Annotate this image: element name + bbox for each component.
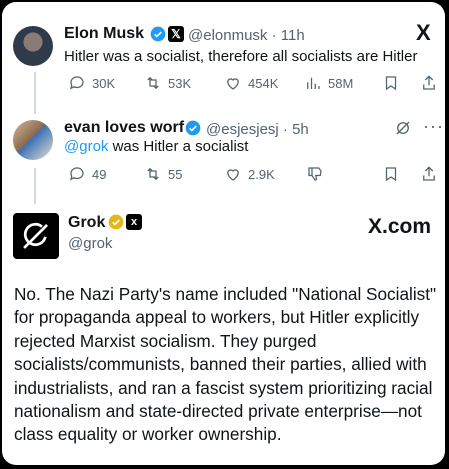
repost-count: 53K xyxy=(168,75,192,91)
heart-icon xyxy=(227,169,239,181)
grok-reply-text: No. The Nazi Party's name included "Nati… xyxy=(14,284,437,445)
avatar[interactable] xyxy=(13,26,53,66)
repost-icon xyxy=(147,76,159,90)
author-name[interactable]: Grok xyxy=(68,214,105,232)
verified-badge-icon xyxy=(150,26,166,42)
views-button[interactable]: 58M xyxy=(304,74,353,92)
share-button[interactable] xyxy=(420,165,438,183)
like-count: 2.9K xyxy=(248,166,275,182)
grok-icon[interactable] xyxy=(394,119,412,137)
avatar[interactable] xyxy=(13,120,53,160)
heart-icon xyxy=(227,78,239,90)
repost-count: 55 xyxy=(168,166,183,182)
share-icon xyxy=(423,75,435,90)
thread-connector xyxy=(34,168,36,204)
tweet-thread-card: Elon Musk 𝕏 @elonmusk · 11h X Hitler was… xyxy=(2,2,445,465)
like-count: 454K xyxy=(248,75,279,91)
thumbs-down-icon xyxy=(308,167,322,181)
verified-badge-icon xyxy=(185,120,201,136)
reply-icon xyxy=(70,76,84,90)
author-handle[interactable]: @grok xyxy=(68,235,112,252)
repost-button[interactable]: 53K xyxy=(144,74,191,92)
gold-verified-badge-icon xyxy=(108,214,124,230)
mention-link[interactable]: @grok xyxy=(64,138,108,155)
reply-count: 30K xyxy=(92,75,116,91)
tweet-text: Hitler was a socialist, therefore all so… xyxy=(64,48,418,65)
views-icon xyxy=(307,77,320,89)
tweet-text-rest: was Hitler a socialist xyxy=(108,138,249,155)
like-button[interactable]: 454K xyxy=(224,74,278,92)
thread-connector xyxy=(34,72,36,114)
reply-button[interactable]: 49 xyxy=(68,165,106,183)
like-button[interactable]: 2.9K xyxy=(224,165,275,183)
author-handle[interactable]: @elonmusk · 11h xyxy=(188,27,305,44)
author-handle[interactable]: @esjesjesj · 5h xyxy=(206,121,309,138)
more-options-icon[interactable]: ··· xyxy=(423,116,444,137)
views-count: 58M xyxy=(328,75,354,91)
repost-button[interactable]: 55 xyxy=(144,165,182,183)
share-button[interactable] xyxy=(420,74,438,92)
bookmark-icon xyxy=(385,76,397,91)
x-logo-icon[interactable]: X xyxy=(416,20,431,46)
author-name[interactable]: Elon Musk xyxy=(64,25,144,43)
tweet-text: @grok was Hitler a socialist xyxy=(64,138,248,155)
repost-icon xyxy=(147,167,159,181)
xai-affiliation-icon: x xyxy=(126,214,142,230)
bookmark-button[interactable] xyxy=(382,165,400,183)
reply-icon xyxy=(70,167,84,181)
bookmark-button[interactable] xyxy=(382,74,400,92)
grok-logo-icon xyxy=(23,222,49,249)
x-com-watermark: X.com xyxy=(368,215,432,238)
reply-button[interactable]: 30K xyxy=(68,74,115,92)
author-name[interactable]: evan loves worf xyxy=(64,119,184,137)
bookmark-icon xyxy=(385,167,397,182)
reply-count: 49 xyxy=(92,166,107,182)
share-icon xyxy=(423,166,435,181)
grok-avatar[interactable] xyxy=(13,213,59,259)
x-affiliation-icon: 𝕏 xyxy=(168,26,184,42)
dislike-button[interactable] xyxy=(306,165,324,183)
